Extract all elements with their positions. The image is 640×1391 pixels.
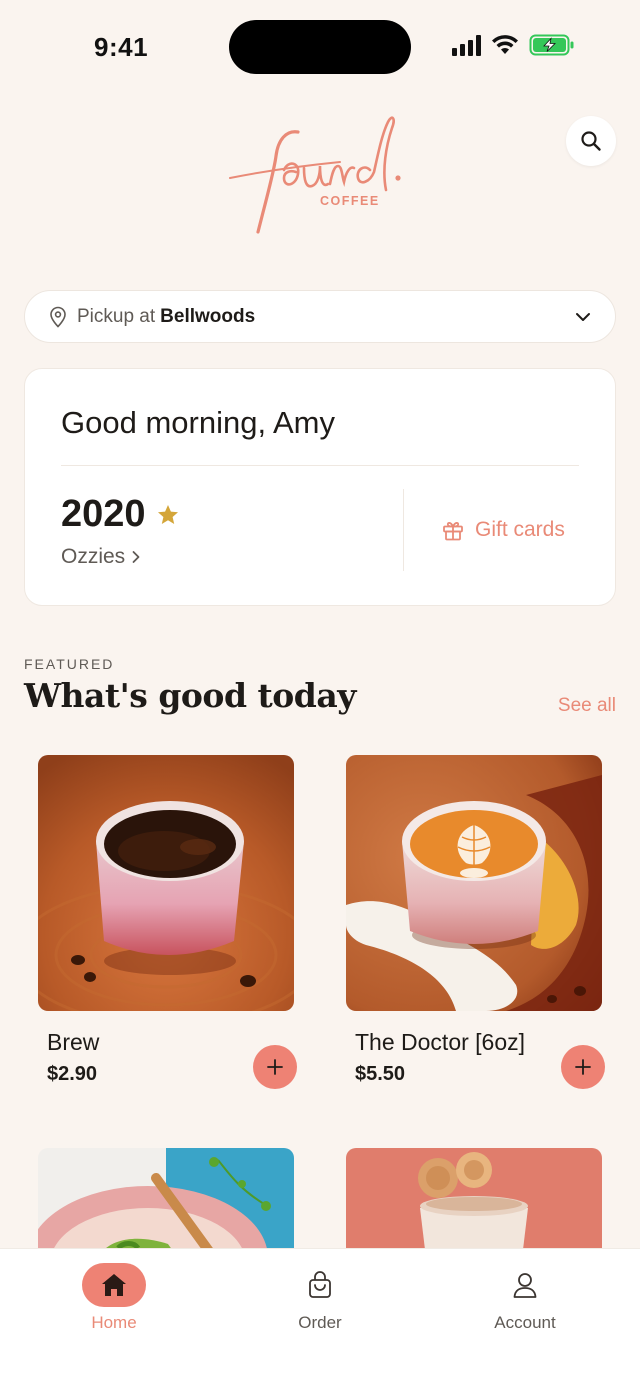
tab-label: Order xyxy=(298,1313,342,1332)
tab-icon-container xyxy=(82,1263,146,1307)
card-divider xyxy=(61,465,579,466)
status-bar: 9:41 xyxy=(0,0,640,90)
section-eyebrow: FEATURED xyxy=(24,656,115,672)
product-image[interactable] xyxy=(38,1148,294,1258)
greeting-text: Good morning, Amy xyxy=(61,405,335,440)
person-icon xyxy=(513,1273,537,1298)
gift-cards-button[interactable]: Gift cards xyxy=(441,518,565,542)
status-time: 9:41 xyxy=(94,32,149,62)
chevron-down-icon xyxy=(576,312,590,321)
product-image[interactable] xyxy=(346,1148,602,1258)
tab-order[interactable]: Order xyxy=(250,1263,390,1333)
rewards-tier-label: Ozzies xyxy=(61,545,126,568)
product-price: $5.50 xyxy=(355,1063,406,1085)
brand-logo: COFFEE xyxy=(220,110,420,240)
cellular-signal-icon xyxy=(452,34,481,56)
pickup-prefix: Pickup at xyxy=(77,305,156,327)
rewards-tier-link[interactable]: Ozzies xyxy=(61,545,141,569)
wifi-icon xyxy=(492,35,518,54)
location-pin-icon xyxy=(50,306,66,328)
tab-icon-container xyxy=(288,1263,352,1307)
home-icon xyxy=(102,1274,126,1296)
plus-icon xyxy=(575,1059,591,1075)
tab-icon-container xyxy=(493,1263,557,1307)
bottom-tab-bar: Home Order Account xyxy=(0,1248,640,1391)
product-card[interactable]: Brew $2.90 xyxy=(38,755,297,1089)
tab-label: Account xyxy=(494,1313,556,1332)
battery-charging-icon xyxy=(529,34,574,56)
section-title: What's good today xyxy=(24,676,356,715)
status-icons xyxy=(452,34,575,56)
add-to-cart-button[interactable] xyxy=(561,1045,605,1089)
see-all-link[interactable]: See all xyxy=(558,695,616,717)
product-image[interactable] xyxy=(38,755,294,1011)
product-card[interactable]: The Doctor [6oz] $5.50 xyxy=(346,755,605,1089)
search-icon xyxy=(581,131,601,151)
pickup-store-name: Bellwoods xyxy=(160,305,256,327)
pickup-location-selector[interactable]: Pickup at Bellwoods xyxy=(24,290,616,343)
product-name: Brew xyxy=(47,1029,100,1055)
points-row: 2020 xyxy=(61,493,180,536)
star-icon xyxy=(157,504,178,524)
tab-account[interactable]: Account xyxy=(455,1263,595,1333)
shopping-bag-icon xyxy=(309,1271,331,1298)
search-button[interactable] xyxy=(566,116,616,166)
points-balance: 2020 xyxy=(61,493,146,535)
product-name: The Doctor [6oz] xyxy=(355,1029,526,1055)
logo-sub-text: COFFEE xyxy=(320,194,380,208)
card-vertical-divider xyxy=(403,489,404,571)
chevron-right-icon xyxy=(132,551,140,563)
add-to-cart-button[interactable] xyxy=(253,1045,297,1089)
rewards-card: Good morning, Amy 2020 Ozzies Gift cards xyxy=(24,368,616,606)
dynamic-island xyxy=(229,20,411,74)
tab-label: Home xyxy=(91,1313,137,1332)
product-price: $2.90 xyxy=(47,1063,98,1085)
gift-icon xyxy=(443,522,463,541)
plus-icon xyxy=(267,1059,283,1075)
gift-cards-label: Gift cards xyxy=(475,518,565,541)
product-image[interactable] xyxy=(346,755,602,1011)
tab-home[interactable]: Home xyxy=(44,1263,184,1333)
